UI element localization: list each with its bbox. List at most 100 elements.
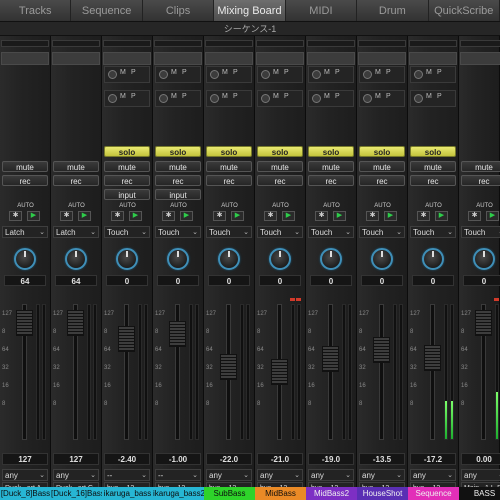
volume-value[interactable]: -17.2 [410, 453, 456, 465]
solo-button[interactable]: solo [308, 146, 354, 157]
channel-header-slot[interactable] [103, 40, 151, 47]
automation-settings-icon[interactable]: ✱ [468, 211, 481, 221]
channel-header-bar[interactable] [205, 52, 253, 65]
channel-name[interactable]: ikaruga_bass [102, 487, 153, 500]
channel-header-bar[interactable] [103, 52, 151, 65]
channel-header-bar[interactable] [409, 52, 457, 65]
pan-knob[interactable] [320, 248, 342, 270]
plugin-slot[interactable]: MP [104, 66, 150, 83]
mute-button[interactable]: mute [2, 161, 48, 172]
volume-value[interactable]: -13.5 [359, 453, 405, 465]
volume-value[interactable]: 127 [53, 453, 99, 465]
automation-settings-icon[interactable]: ✱ [213, 211, 226, 221]
automation-settings-icon[interactable]: ✱ [264, 211, 277, 221]
mute-button[interactable]: mute [308, 161, 354, 172]
plugin-slot[interactable]: MP [308, 66, 354, 83]
plugin-power-icon[interactable] [414, 70, 423, 79]
channel-header-slot[interactable] [358, 40, 406, 47]
volume-fader-handle[interactable] [475, 309, 492, 336]
channel-name[interactable]: [Duck_8]Bass [0, 487, 51, 500]
automation-mode-select[interactable]: Touch⌄ [104, 226, 150, 238]
record-button[interactable]: rec [308, 175, 354, 186]
input-select[interactable]: any⌄ [461, 469, 500, 481]
channel-header-slot[interactable] [205, 40, 253, 47]
mute-button[interactable]: mute [104, 161, 150, 172]
automation-play-icon[interactable]: ▶ [27, 211, 40, 221]
pan-value[interactable]: 0 [157, 275, 199, 286]
pan-value[interactable]: 64 [55, 275, 97, 286]
solo-button[interactable]: solo [155, 146, 201, 157]
automation-mode-select[interactable]: Touch⌄ [155, 226, 201, 238]
volume-fader-handle[interactable] [118, 326, 135, 352]
volume-fader-handle[interactable] [271, 359, 288, 385]
pan-knob[interactable] [269, 248, 291, 270]
fader-track[interactable] [328, 304, 333, 440]
volume-fader-handle[interactable] [373, 337, 390, 363]
automation-settings-icon[interactable]: ✱ [111, 211, 124, 221]
automation-play-icon[interactable]: ▶ [435, 211, 448, 221]
channel-header-bar[interactable] [358, 52, 406, 65]
input-button[interactable]: input [155, 189, 201, 200]
automation-mode-select[interactable]: Touch⌄ [257, 226, 303, 238]
volume-value[interactable]: 127 [2, 453, 48, 465]
solo-button[interactable]: solo [104, 146, 150, 157]
channel-header-slot[interactable] [460, 40, 500, 47]
record-button[interactable]: rec [410, 175, 456, 186]
automation-mode-select[interactable]: Touch⌄ [206, 226, 252, 238]
automation-settings-icon[interactable]: ✱ [60, 211, 73, 221]
input-button[interactable]: input [104, 189, 150, 200]
tab-quickscribe[interactable]: QuickScribe [429, 0, 500, 21]
record-button[interactable]: rec [359, 175, 405, 186]
tab-clips[interactable]: Clips [143, 0, 215, 21]
plugin-slot[interactable]: MP [206, 90, 252, 107]
channel-name[interactable]: Sequence [408, 487, 459, 500]
plugin-power-icon[interactable] [363, 94, 372, 103]
plugin-power-icon[interactable] [210, 70, 219, 79]
automation-play-icon[interactable]: ▶ [129, 211, 142, 221]
pan-value[interactable]: 0 [106, 275, 148, 286]
plugin-power-icon[interactable] [261, 70, 270, 79]
plugin-power-icon[interactable] [159, 94, 168, 103]
channel-header-bar[interactable] [460, 52, 500, 65]
volume-fader-handle[interactable] [220, 353, 237, 380]
pan-value[interactable]: 0 [463, 275, 500, 286]
channel-name[interactable]: ikaruga_bass2 [153, 487, 204, 500]
volume-fader-handle[interactable] [424, 344, 441, 371]
channel-header-bar[interactable] [256, 52, 304, 65]
plugin-power-icon[interactable] [414, 94, 423, 103]
input-select[interactable]: any⌄ [308, 469, 354, 481]
plugin-slot[interactable]: MP [308, 90, 354, 107]
tab-tracks[interactable]: Tracks [0, 0, 72, 21]
pan-knob[interactable] [167, 248, 189, 270]
plugin-slot[interactable]: MP [206, 66, 252, 83]
pan-value[interactable]: 0 [361, 275, 403, 286]
automation-settings-icon[interactable]: ✱ [315, 211, 328, 221]
record-button[interactable]: rec [104, 175, 150, 186]
record-button[interactable]: rec [155, 175, 201, 186]
channel-name[interactable]: MidBass2 [306, 487, 357, 500]
automation-mode-select[interactable]: Touch⌄ [461, 226, 500, 238]
channel-name[interactable]: HouseShot [357, 487, 408, 500]
pan-value[interactable]: 0 [208, 275, 250, 286]
plugin-slot[interactable]: MP [155, 90, 201, 107]
plugin-slot[interactable]: MP [257, 66, 303, 83]
plugin-power-icon[interactable] [312, 70, 321, 79]
fader-track[interactable] [124, 304, 129, 440]
volume-fader-handle[interactable] [169, 320, 186, 347]
mute-button[interactable]: mute [257, 161, 303, 172]
mute-button[interactable]: mute [359, 161, 405, 172]
automation-play-icon[interactable]: ▶ [384, 211, 397, 221]
automation-play-icon[interactable]: ▶ [231, 211, 244, 221]
plugin-power-icon[interactable] [210, 94, 219, 103]
automation-mode-select[interactable]: Touch⌄ [410, 226, 456, 238]
volume-value[interactable]: -2.40 [104, 453, 150, 465]
plugin-slot[interactable]: MP [104, 90, 150, 107]
pan-knob[interactable] [473, 248, 495, 270]
tab-midi[interactable]: MIDI [286, 0, 358, 21]
input-select[interactable]: any⌄ [410, 469, 456, 481]
automation-play-icon[interactable]: ▶ [282, 211, 295, 221]
input-select[interactable]: any⌄ [359, 469, 405, 481]
input-select[interactable]: any⌄ [2, 469, 48, 481]
plugin-power-icon[interactable] [312, 94, 321, 103]
mute-button[interactable]: mute [155, 161, 201, 172]
